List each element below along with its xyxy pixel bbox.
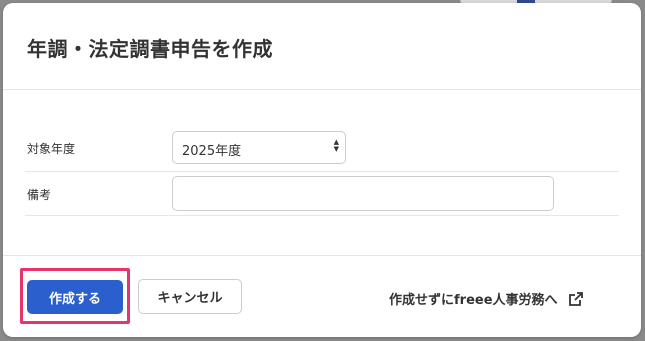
remarks-input[interactable] xyxy=(172,176,554,211)
footer-divider xyxy=(3,255,641,256)
open-freee-hr-link[interactable]: 作成せずにfreee人事労務へ xyxy=(389,289,584,308)
external-link-icon xyxy=(568,291,584,307)
select-arrows-icon: ▲ ▼ xyxy=(333,138,339,153)
create-button[interactable]: 作成する xyxy=(27,280,123,314)
dialog-title: 年調・法定調書申告を作成 xyxy=(27,37,273,61)
create-declaration-dialog: 年調・法定調書申告を作成 対象年度 2025年度 ▲ ▼ 備考 作成する キャンセ… xyxy=(3,3,641,337)
remarks-label: 備考 xyxy=(27,188,52,202)
open-freee-hr-link-label: 作成せずにfreee人事労務へ xyxy=(389,293,558,308)
target-year-select[interactable]: 2025年度 ▲ ▼ xyxy=(172,131,346,164)
cancel-button[interactable]: キャンセル xyxy=(138,279,242,314)
row-divider xyxy=(25,171,619,172)
header-divider xyxy=(3,89,641,90)
target-year-label: 対象年度 xyxy=(27,142,76,156)
target-year-value: 2025年度 xyxy=(182,144,242,159)
row-divider xyxy=(25,215,619,216)
